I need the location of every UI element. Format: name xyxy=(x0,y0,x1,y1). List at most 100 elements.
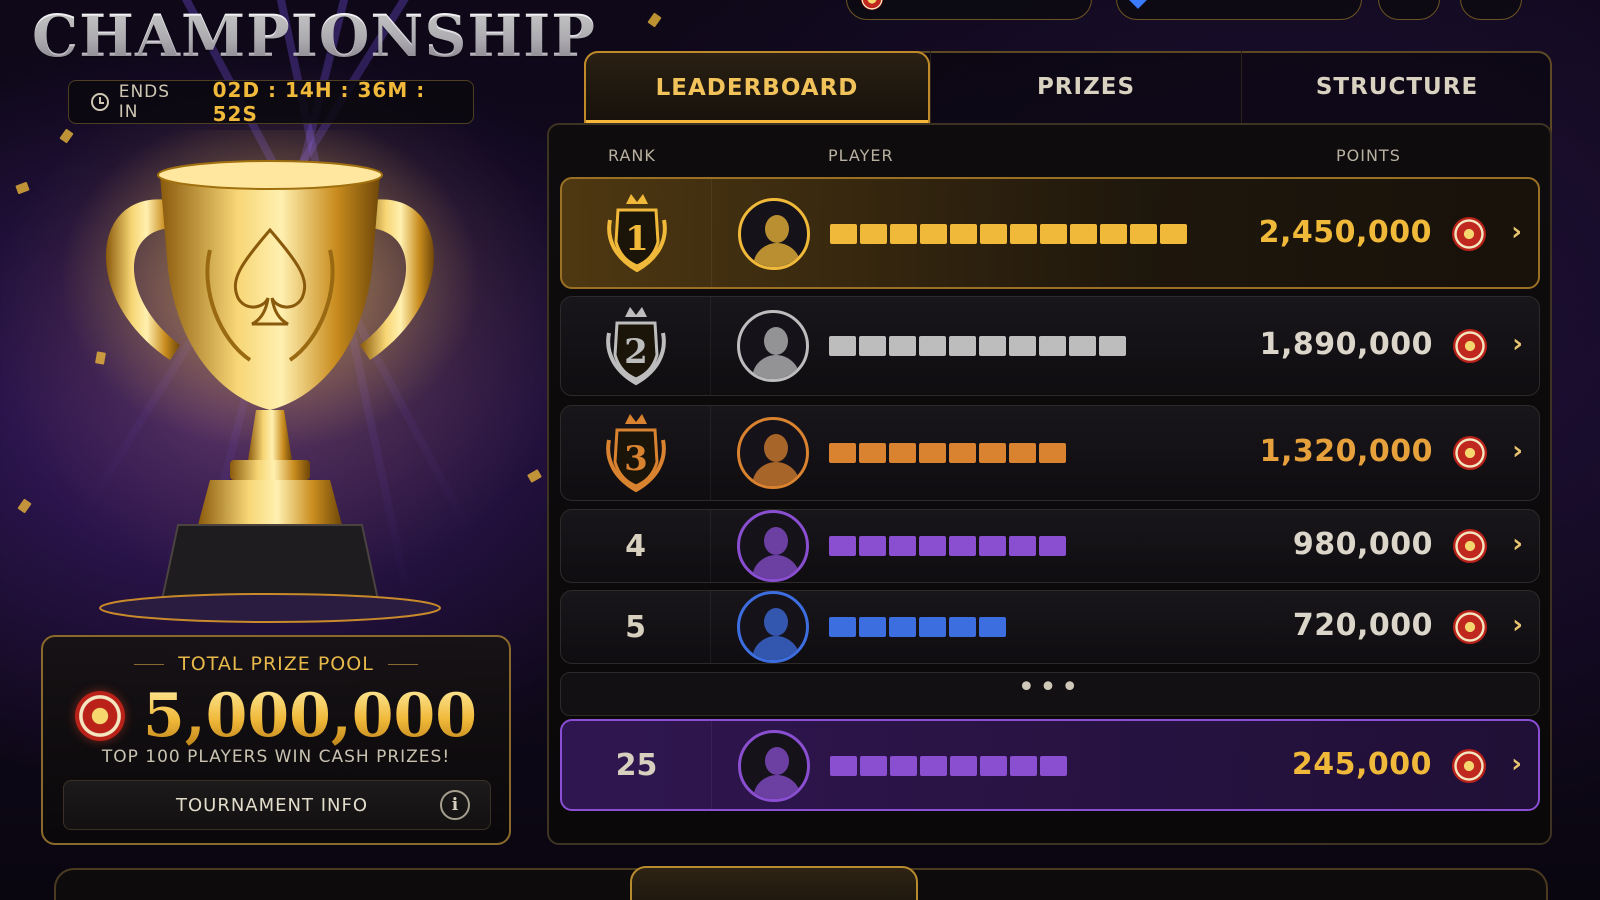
rank-cell: 25 xyxy=(562,721,712,809)
chevron-right-icon[interactable]: › xyxy=(1512,329,1523,359)
name-segment xyxy=(919,336,946,356)
player-name-redacted xyxy=(829,443,1066,463)
player-points: 720,000 xyxy=(1292,608,1433,643)
player-points: 1,320,000 xyxy=(1259,434,1433,469)
name-segment xyxy=(979,617,1006,637)
tab-leaderboard[interactable]: LEADERBOARD xyxy=(584,51,930,123)
leaderboard-row[interactable]: 2 1,890,000 › xyxy=(560,296,1540,396)
coin-icon xyxy=(1453,436,1487,470)
name-segment xyxy=(830,224,857,244)
rank-badge-icon: 3 xyxy=(605,414,666,493)
name-segment xyxy=(889,336,916,356)
name-segment xyxy=(979,336,1006,356)
avatar[interactable] xyxy=(737,510,809,582)
player-points: 980,000 xyxy=(1292,527,1433,562)
player-points: 2,450,000 xyxy=(1258,215,1432,250)
name-segment xyxy=(949,617,976,637)
avatar[interactable] xyxy=(737,591,809,663)
name-segment xyxy=(859,617,886,637)
player-points: 1,890,000 xyxy=(1259,327,1433,362)
rank-number: 25 xyxy=(615,747,658,783)
profile-button[interactable] xyxy=(1460,0,1522,20)
chip-icon xyxy=(74,691,125,741)
tab-bar: LEADERBOARD PRIZES STRUCTURE xyxy=(584,51,1552,123)
rank-badge-icon: 2 xyxy=(605,307,666,386)
leaderboard-row[interactable]: 3 1,320,000 › xyxy=(560,405,1540,501)
name-segment xyxy=(1100,224,1127,244)
name-segment xyxy=(980,224,1007,244)
tab-prizes[interactable]: PRIZES xyxy=(930,51,1241,123)
rank-number: 1 xyxy=(625,219,649,259)
name-segment xyxy=(1009,336,1036,356)
tournament-info-label: TOURNAMENT INFO xyxy=(175,794,368,816)
rank-number: 5 xyxy=(625,609,646,645)
name-segment xyxy=(919,443,946,463)
rank-cell: 2 xyxy=(561,297,711,395)
name-segment xyxy=(859,443,886,463)
clock-icon xyxy=(91,93,109,111)
name-segment xyxy=(859,536,886,556)
current-player-row[interactable]: 25 245,000 › xyxy=(560,719,1540,811)
coin-icon xyxy=(1453,329,1487,363)
name-segment xyxy=(1039,336,1066,356)
chevron-right-icon[interactable]: › xyxy=(1512,529,1523,559)
name-segment xyxy=(980,756,1007,776)
name-segment xyxy=(860,756,887,776)
player-name-redacted xyxy=(830,224,1187,244)
rank-number: 4 xyxy=(625,528,646,564)
leaderboard-row[interactable]: 4 980,000 › xyxy=(560,509,1540,583)
page-title: CHAMPIONSHIP xyxy=(32,2,596,70)
bottom-nav-active-item[interactable] xyxy=(630,866,918,900)
avatar[interactable] xyxy=(737,310,809,382)
prize-pool-subtitle: TOP 100 PLAYERS WIN CASH PRIZES! xyxy=(101,747,451,767)
name-segment xyxy=(919,536,946,556)
name-segment xyxy=(889,443,916,463)
countdown-timer: ENDS IN 02D : 14H : 36M : 52S xyxy=(68,78,474,126)
name-segment xyxy=(1099,336,1126,356)
gem-balance-pill[interactable] xyxy=(1116,0,1362,20)
tournament-info-button[interactable]: TOURNAMENT INFO i xyxy=(63,780,491,830)
leaderboard-row[interactable]: 1 2,450,000 › xyxy=(560,177,1540,289)
chip-icon xyxy=(861,0,883,10)
rank-cell: 5 xyxy=(561,591,711,663)
name-segment xyxy=(1130,224,1157,244)
name-segment xyxy=(979,443,1006,463)
chevron-right-icon[interactable]: › xyxy=(1512,436,1523,466)
name-segment xyxy=(829,536,856,556)
name-segment xyxy=(830,756,857,776)
gem-icon xyxy=(1128,0,1148,9)
name-segment xyxy=(889,617,916,637)
leaderboard-row[interactable]: 5 720,000 › xyxy=(560,590,1540,664)
rank-cell: 3 xyxy=(561,406,711,500)
prize-pool-label: TOTAL PRIZE POOL xyxy=(43,653,509,675)
name-segment xyxy=(1070,224,1097,244)
name-segment xyxy=(920,224,947,244)
timer-value: 02D : 14H : 36M : 52S xyxy=(212,78,426,126)
name-segment xyxy=(950,224,977,244)
name-segment xyxy=(1040,224,1067,244)
rank-badge-icon: 1 xyxy=(606,194,667,273)
chevron-right-icon[interactable]: › xyxy=(1511,217,1522,247)
name-segment xyxy=(1069,336,1096,356)
prize-pool-card: TOTAL PRIZE POOL 5,000,000 TOP 100 PLAYE… xyxy=(41,635,511,845)
chevron-right-icon[interactable]: › xyxy=(1511,749,1522,779)
rank-cell: 1 xyxy=(562,179,712,287)
menu-button[interactable] xyxy=(1378,0,1440,20)
tab-structure[interactable]: STRUCTURE xyxy=(1241,51,1552,123)
name-segment xyxy=(829,617,856,637)
avatar[interactable] xyxy=(737,417,809,489)
name-segment xyxy=(890,224,917,244)
name-segment xyxy=(829,336,856,356)
name-segment xyxy=(919,617,946,637)
chip-balance-pill[interactable] xyxy=(846,0,1092,20)
player-name-redacted xyxy=(829,336,1126,356)
name-segment xyxy=(1039,443,1066,463)
name-segment xyxy=(1010,756,1037,776)
name-segment xyxy=(949,336,976,356)
name-segment xyxy=(1160,224,1187,244)
chevron-right-icon[interactable]: › xyxy=(1512,610,1523,640)
prize-pool-amount: 5,000,000 xyxy=(142,681,477,751)
avatar[interactable] xyxy=(738,198,810,270)
list-separator: ••• xyxy=(560,672,1540,716)
avatar[interactable] xyxy=(738,730,810,802)
